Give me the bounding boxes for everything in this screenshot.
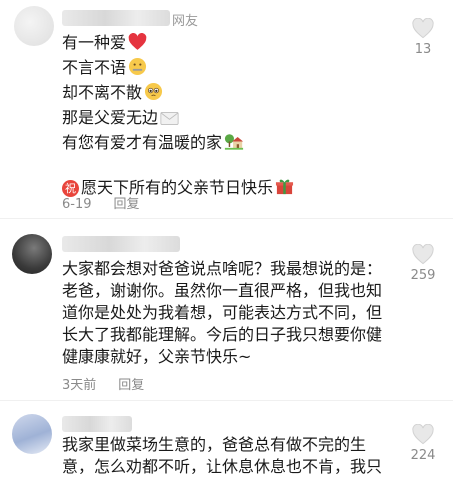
comment-line: 长大了我都能理解。今后的日子我只想要你健 [62,325,383,344]
comment-line: 有一种爱 [62,32,294,57]
comment-line: 意，怎么劝都不听，让休息休息也不肯，我只 [62,457,383,476]
comment-3: 我家里做菜场生意的，爸爸总有做不完的生 意，怎么劝都不听，让休息休息也不肯，我只… [0,408,453,482]
username-blurred[interactable] [62,10,170,26]
comment-line: 道你是处处为我着想，可能表达方式不同，但 [62,303,383,322]
comment-line: 老爸，谢谢你。虽然你一直很严格，但我也知 [62,281,383,300]
like-button[interactable]: 259 [403,244,443,283]
like-button[interactable]: 224 [403,424,443,463]
reply-button[interactable]: 回复 [114,197,140,212]
envelope-icon [160,110,179,132]
like-count: 13 [414,42,432,57]
comment-meta: 3天前 回复 [62,374,166,393]
zipper-mouth-face-icon [128,57,147,82]
comment-text: 我家里做菜场生意的，爸爸总有做不完的生 意，怎么劝都不听，让休息休息也不肯，我只 [62,434,382,478]
heart-outline-icon [403,424,443,445]
comment-line: 大家都会想对爸爸说点啥呢？我最想说的是： [62,259,383,278]
comment-line: 却不离不散 [62,82,294,107]
avatar[interactable] [12,414,52,454]
username-suffix: 网友 [172,14,199,29]
like-button[interactable]: 13 [403,18,443,57]
heart-outline-icon [403,18,443,39]
comment-line: 不言不语 [62,57,294,82]
comment-line: 有您有爱才有温暖的家 [62,132,294,157]
comment-1: 网友 有一种爱 不言不语 却不离不散 那是父爱无边 有您有爱才有温暖的家 祝愿天… [0,0,453,215]
like-count: 259 [410,268,436,283]
comment-meta: 6-19 回复 [62,193,162,212]
heart-outline-icon [403,244,443,265]
house-with-garden-icon [224,132,244,157]
comment-text: 大家都会想对爸爸说点啥呢？我最想说的是： 老爸，谢谢你。虽然你一直很严格，但我也… [62,258,382,368]
like-count: 224 [410,448,436,463]
comment-text: 有一种爱 不言不语 却不离不散 那是父爱无边 有您有爱才有温暖的家 祝愿天下所有… [62,32,294,202]
username-blurred[interactable] [62,236,180,252]
comment-line: 我家里做菜场生意的，爸爸总有做不完的生 [62,435,367,454]
avatar[interactable] [12,234,52,274]
reply-button[interactable]: 回复 [118,378,144,393]
avatar[interactable] [14,6,54,46]
comment-date: 3天前 [62,378,97,393]
comment-line: 健康康就好，父亲节快乐~ [62,347,252,366]
username-blurred[interactable] [62,416,132,432]
pleading-face-icon [144,82,163,107]
comment-date: 6-19 [62,197,92,212]
comment-line: 那是父爱无边 [62,107,294,132]
divider [0,218,453,219]
divider [0,400,453,401]
comment-2: 大家都会想对爸爸说点啥呢？我最想说的是： 老爸，谢谢你。虽然你一直很严格，但我也… [0,228,453,398]
red-heart-icon [128,32,147,57]
gift-icon [275,177,294,202]
